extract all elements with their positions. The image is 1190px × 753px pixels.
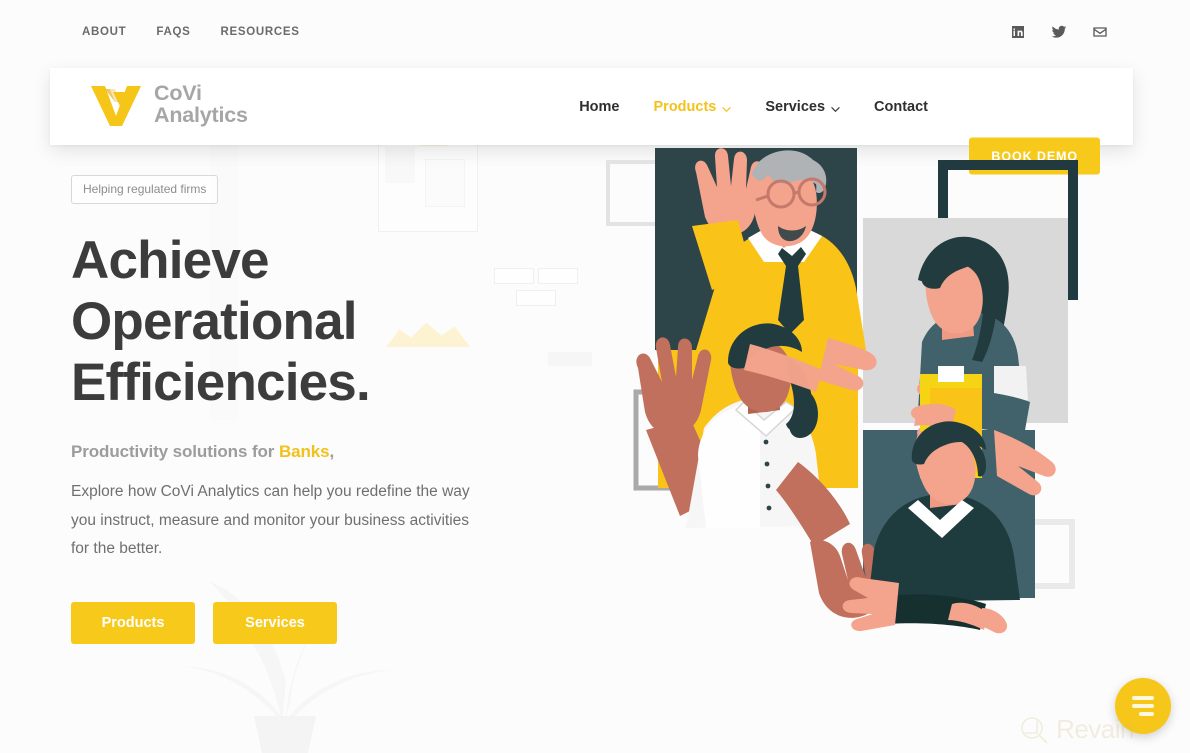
nav-item-label: Services (765, 98, 826, 115)
hero-products-button[interactable]: Products (71, 601, 195, 644)
hero-lead-highlight: Banks (278, 442, 330, 461)
chevron-down-icon (831, 102, 840, 113)
hero-services-button[interactable]: Services (213, 601, 337, 644)
revain-watermark: Revain (1019, 714, 1134, 745)
hero-cta-row: Products Services (71, 601, 541, 644)
chat-lines-icon (1132, 696, 1154, 716)
revain-logo-icon (1021, 716, 1048, 744)
utility-links: ABOUT FAQS RESOURCES (82, 26, 300, 38)
covi-logo-icon (91, 86, 141, 126)
nav-item-label: Contact (874, 98, 928, 115)
revain-watermark-text: Revain (1056, 714, 1134, 744)
hero-eyebrow-badge: Helping regulated firms (71, 175, 219, 204)
nav-item-products[interactable]: Products (654, 99, 732, 115)
hero-illustration (600, 130, 1120, 650)
nav-item-home[interactable]: Home (579, 99, 619, 115)
hero-lead-suffix: , (329, 442, 335, 461)
headline-line-2: Operational (71, 292, 358, 351)
hero-lead: Productivity solutions for Banks, (71, 442, 541, 462)
nav-item-label: Products (653, 98, 717, 115)
utility-link-faqs[interactable]: FAQS (156, 26, 190, 38)
utility-link-about[interactable]: ABOUT (82, 26, 126, 38)
chevron-down-icon (722, 102, 732, 113)
brand-logo[interactable]: CoVi Analytics (89, 82, 248, 128)
hero-body-copy: Explore how CoVi Analytics can help you … (71, 483, 470, 557)
brand-line-2: Analytics (154, 103, 248, 127)
utility-link-resources[interactable]: RESOURCES (221, 26, 300, 38)
nav-item-contact[interactable]: Contact (874, 99, 928, 115)
email-icon[interactable] (1092, 24, 1108, 40)
brand-wordmark: CoVi Analytics (154, 81, 248, 127)
page-root: ABOUT FAQS RESOURCES CoVi Analytics Home… (0, 0, 1190, 753)
team-video-call-illustration (606, 148, 1078, 634)
headline-line-3: Efficiencies. (71, 353, 371, 412)
hero-content: Helping regulated firms Achieve Operatio… (71, 175, 541, 644)
brand-line-1: CoVi (154, 81, 202, 106)
hero-lead-prefix: Productivity solutions for (71, 442, 279, 461)
linkedin-icon[interactable] (1010, 24, 1026, 40)
twitter-icon[interactable] (1051, 24, 1067, 40)
nav-item-label: Home (579, 98, 620, 115)
social-links (1010, 24, 1108, 40)
hero-headline: Achieve Operational Efficiencies. (71, 230, 541, 413)
bg-pill (548, 352, 592, 366)
headline-line-1: Achieve (71, 231, 269, 290)
nav-item-services[interactable]: Services (765, 99, 840, 115)
utility-bar: ABOUT FAQS RESOURCES (0, 0, 1190, 68)
